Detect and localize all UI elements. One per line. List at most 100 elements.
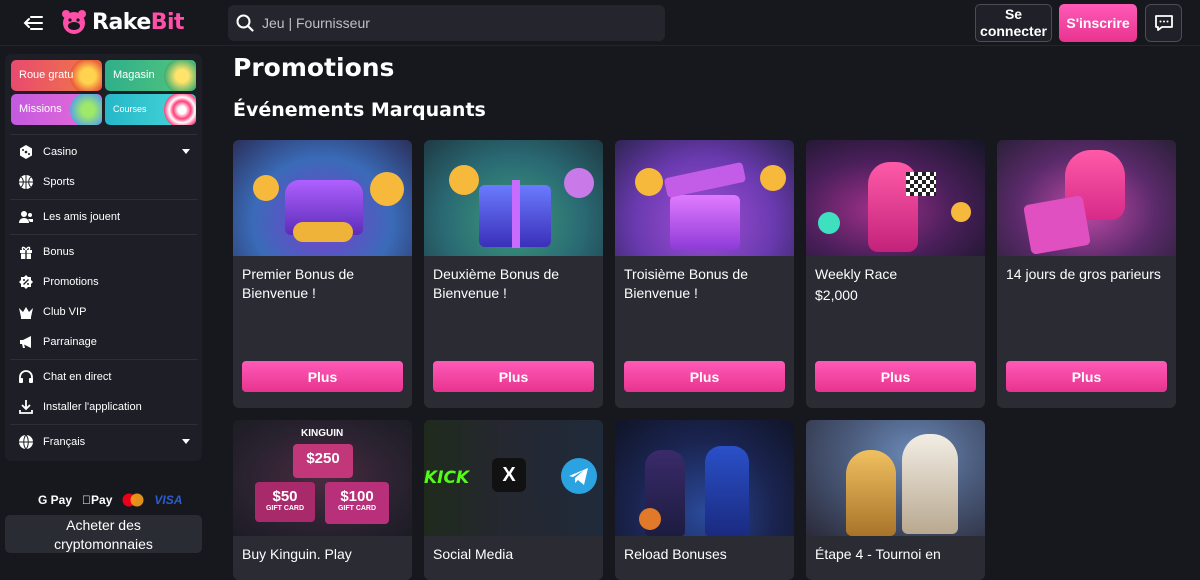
tile-label: Courses (113, 104, 147, 114)
tile-races[interactable]: Courses (105, 94, 196, 125)
search-icon (236, 14, 254, 32)
rakebit-logo[interactable]: RakeBit (60, 8, 185, 36)
more-button[interactable]: Plus (242, 361, 403, 392)
chevron-down-icon[interactable] (182, 439, 190, 444)
promo-card[interactable]: KINGUIN $250 $50 GIFT CARD $100 GIFT CARD … (233, 420, 412, 580)
sidebar-item-friends-playing[interactable]: Les amis jouent (5, 202, 202, 232)
bear-race-image (806, 140, 985, 256)
sidebar-item-bonus[interactable]: Bonus (5, 237, 202, 267)
sidebar-item-casino[interactable]: Casino (5, 137, 202, 167)
card-title: 14 jours de gros parieurs (1006, 266, 1161, 282)
wheel-icon (70, 60, 102, 91)
social-media-image: KICK X (424, 420, 603, 536)
sidebar-item-live-chat[interactable]: Chat en direct (5, 362, 202, 392)
promo-card[interactable]: Troisième Bonus de Bienvenue ! Plus (615, 140, 794, 408)
promo-card[interactable]: Étape 4 - Tournoi en (806, 420, 985, 580)
more-button[interactable]: Plus (815, 361, 976, 392)
login-label-line1: Se (1004, 6, 1023, 22)
more-button[interactable]: Plus (433, 361, 594, 392)
card-title: Étape 4 - Tournoi en (815, 546, 941, 562)
calendar-icon (1023, 195, 1091, 255)
friends-icon (18, 209, 34, 225)
chat-button[interactable] (1145, 4, 1182, 42)
gift-card-100: $100 GIFT CARD (325, 482, 389, 524)
sidebar-item-vip-club[interactable]: Club VIP (5, 297, 202, 327)
download-icon (18, 399, 34, 415)
payment-methods: G Pay Pay VISA (38, 493, 182, 507)
coin-icon (370, 172, 404, 206)
coin-icon (760, 165, 786, 191)
search-input[interactable] (262, 15, 642, 31)
promo-card[interactable]: 14 jours de gros parieurs Plus (997, 140, 1176, 408)
coin-icon (818, 212, 840, 234)
section-title: Événements Marquants (233, 99, 486, 121)
open-gift-image (615, 140, 794, 256)
login-button[interactable]: Se connecter (975, 4, 1052, 42)
kinguin-gift-card-image: KINGUIN $250 $50 GIFT CARD $100 GIFT CARD (233, 420, 412, 536)
gods-tournament-image (806, 420, 985, 536)
x-logo: X (492, 458, 526, 492)
tile-label: Missions (19, 103, 62, 115)
sidebar-item-install-app[interactable]: Installer l'application (5, 392, 202, 422)
sidebar-item-label: Promotions (43, 276, 99, 288)
sidebar-item-label: Casino (43, 146, 78, 158)
coin-icon (253, 175, 279, 201)
sidebar-item-label: Sports (43, 176, 75, 188)
collapse-menu-icon[interactable] (22, 11, 46, 35)
promo-card[interactable]: Reload Bonuses (615, 420, 794, 580)
promo-card[interactable]: Premier Bonus de Bienvenue ! Plus (233, 140, 412, 408)
crown-icon (18, 304, 34, 320)
more-button[interactable]: Plus (624, 361, 785, 392)
sidebar-item-label: Club VIP (43, 306, 87, 318)
card-title: Troisième Bonus de Bienvenue ! (624, 266, 748, 301)
search-bar[interactable] (228, 5, 665, 41)
sidebar-item-sports[interactable]: Sports (5, 167, 202, 197)
shop-icon (164, 60, 196, 91)
buy-crypto-button[interactable]: Acheter des cryptomonnaies (5, 515, 202, 553)
top-bar: RakeBit Se connecter S'inscrire (0, 0, 1200, 46)
tile-label: Roue gratu (19, 69, 74, 81)
more-button[interactable]: Plus (1006, 361, 1167, 392)
ribbon-icon (512, 180, 520, 248)
sidebar-item-language[interactable]: Français (5, 427, 202, 457)
visa-logo: VISA (145, 493, 182, 507)
coin-icon (449, 165, 479, 195)
promo-card[interactable]: KICK X Social Media (424, 420, 603, 580)
buy-crypto-line1: Acheter des (66, 517, 141, 533)
gift-card-caption: GIFT CARD (265, 505, 305, 512)
promo-card[interactable]: Deuxième Bonus de Bienvenue ! Plus (424, 140, 603, 408)
divider (10, 424, 197, 425)
gift-box-icon (670, 195, 740, 250)
chevron-down-icon[interactable] (182, 149, 190, 154)
basketball-icon (639, 508, 661, 530)
megaphone-icon (18, 334, 34, 350)
signup-button[interactable]: S'inscrire (1059, 4, 1137, 42)
login-label-line2: connecter (980, 23, 1047, 39)
tile-free-wheel[interactable]: Roue gratu (11, 60, 102, 91)
tile-shop[interactable]: Magasin (105, 60, 196, 91)
gift-lid-icon (663, 161, 747, 199)
tile-missions[interactable]: Missions (11, 94, 102, 125)
sidebar-item-referral[interactable]: Parrainage (5, 327, 202, 357)
sidebar-item-promotions[interactable]: Promotions (5, 267, 202, 297)
coin-icon (564, 168, 594, 198)
divider (10, 199, 197, 200)
globe-icon (18, 434, 34, 450)
card-title: Premier Bonus de Bienvenue ! (242, 266, 355, 301)
coin-icon (635, 168, 663, 196)
sidebar-item-label: Parrainage (43, 336, 97, 348)
card-title: Weekly Race (815, 266, 898, 282)
coin-icon (951, 202, 971, 222)
kick-logo: KICK (424, 468, 470, 488)
promo-card[interactable]: Weekly Race $2,000 Plus (806, 140, 985, 408)
chat-bubble-icon (1154, 15, 1173, 31)
gift-card-250: $250 (293, 444, 353, 478)
card-prize: $2,000 (815, 287, 858, 303)
treasure-chest-image (233, 140, 412, 256)
gold-pile-icon (293, 222, 353, 242)
mission-check-icon (70, 94, 102, 125)
sidebar-nav: Casino Sports Les amis jouent Bonus Prom… (5, 132, 202, 457)
apple-pay-logo: Pay (82, 493, 112, 507)
gift-card-value: $50 (272, 488, 298, 505)
sidebar-item-label: Installer l'application (43, 401, 142, 413)
